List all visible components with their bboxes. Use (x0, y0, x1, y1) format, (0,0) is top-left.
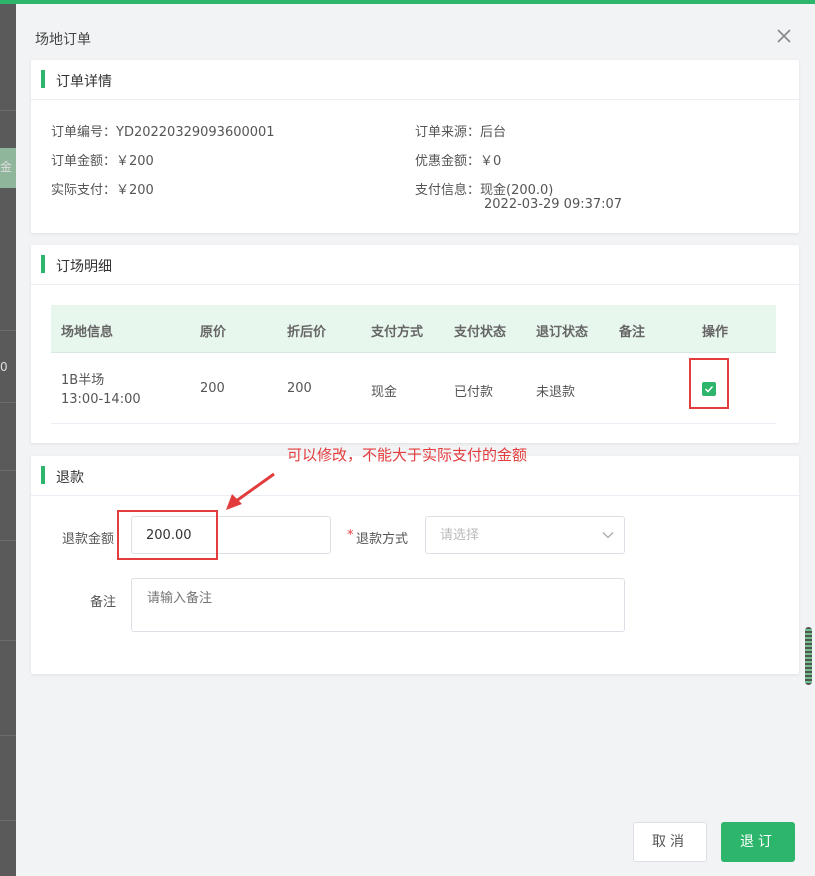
remark-label: 备注 (90, 595, 117, 610)
pay-status-cell: 已付款 (454, 385, 494, 400)
close-icon[interactable] (774, 26, 794, 46)
highlight-box (689, 358, 729, 409)
section-title: 退款 (56, 470, 84, 486)
order-source-field: 订单来源：后台 (415, 121, 506, 140)
page-backdrop: 金 0 (0, 0, 16, 876)
booking-detail-card: 订场明细 场地信息 原价 折后价 支付方式 支付状态 退订状态 备注 操作 1B… (31, 245, 799, 443)
refund-method-select[interactable]: 请选择 (425, 516, 625, 554)
card-header: 订单详情 (31, 60, 799, 100)
paid-value: ￥200 (116, 183, 154, 198)
required-mark: * (347, 528, 354, 543)
original-price-cell: 200 (200, 381, 225, 396)
discount-value: ￥0 (480, 154, 502, 169)
pay-method-cell: 现金 (371, 385, 398, 400)
refund-button[interactable]: 退订 (721, 822, 795, 862)
order-amount-field: 订单金额：￥200 (51, 150, 154, 169)
table-header: 场地信息 原价 折后价 支付方式 支付状态 退订状态 备注 操作 (51, 305, 776, 353)
field-label: 支付信息： (415, 183, 481, 198)
column-header: 原价 (200, 325, 227, 340)
time-cell: 13:00-14:00 (61, 392, 141, 407)
scrollbar[interactable] (805, 627, 812, 685)
order-drawer: 场地订单 订单详情 订单编号：YD20220329093600001 订单来源：… (16, 4, 815, 876)
field-label: 实际支付： (51, 183, 117, 198)
field-label: 订单来源： (415, 125, 481, 140)
refund-amount-label: 退款金额 (62, 532, 115, 547)
column-header: 操作 (702, 325, 729, 340)
order-detail-card: 订单详情 订单编号：YD20220329093600001 订单来源：后台 订单… (31, 60, 799, 233)
column-header: 场地信息 (61, 325, 114, 340)
discount-field: 优惠金额：￥0 (415, 150, 501, 169)
discount-price-cell: 200 (287, 381, 312, 396)
refund-status-cell: 未退款 (536, 385, 576, 400)
venue-cell: 1B半场 (61, 373, 105, 388)
section-title: 订单详情 (56, 74, 112, 90)
annotation-arrow-icon (226, 472, 275, 510)
column-header: 备注 (619, 325, 646, 340)
remark-textarea[interactable] (131, 578, 625, 632)
refund-card: 退款 退款金额 200.00 * 退款方式 请选择 备注 (31, 456, 799, 674)
column-header: 支付方式 (371, 325, 424, 340)
column-header: 支付状态 (454, 325, 507, 340)
column-header: 折后价 (287, 325, 327, 340)
field-label: 订单编号： (51, 125, 117, 140)
drawer-header: 场地订单 (16, 4, 815, 60)
table-row: 1B半场 13:00-14:00 200 200 现金 已付款 未退款 (51, 353, 776, 424)
section-marker (41, 466, 45, 484)
field-label: 优惠金额： (415, 154, 481, 169)
highlight-box (117, 510, 218, 560)
booking-table: 场地信息 原价 折后价 支付方式 支付状态 退订状态 备注 操作 1B半场 13… (51, 305, 776, 424)
order-amount-value: ￥200 (116, 154, 154, 169)
order-no-value: YD20220329093600001 (116, 125, 275, 140)
annotation-text: 可以修改，不能大于实际支付的金额 (287, 446, 528, 464)
refund-method-label: 退款方式 (356, 532, 409, 547)
order-source-value: 后台 (480, 125, 507, 140)
cancel-button[interactable]: 取消 (633, 822, 707, 862)
pay-info-value: 现金(200.0) (480, 183, 554, 198)
field-label: 订单金额： (51, 154, 117, 169)
section-marker (41, 70, 45, 88)
pay-time: 2022-03-29 09:37:07 (484, 197, 623, 212)
backdrop-text: 0 (0, 360, 8, 374)
card-header: 订场明细 (31, 245, 799, 285)
column-header: 退订状态 (536, 325, 589, 340)
chevron-down-icon (602, 532, 614, 539)
pay-info-field: 支付信息：现金(200.0) (415, 179, 553, 198)
select-placeholder: 请选择 (440, 528, 480, 543)
section-marker (41, 255, 45, 273)
backdrop-text: 金 (0, 160, 13, 174)
order-no-field: 订单编号：YD20220329093600001 (51, 121, 275, 140)
drawer-title: 场地订单 (35, 32, 91, 48)
paid-field: 实际支付：￥200 (51, 179, 154, 198)
section-title: 订场明细 (56, 259, 112, 275)
